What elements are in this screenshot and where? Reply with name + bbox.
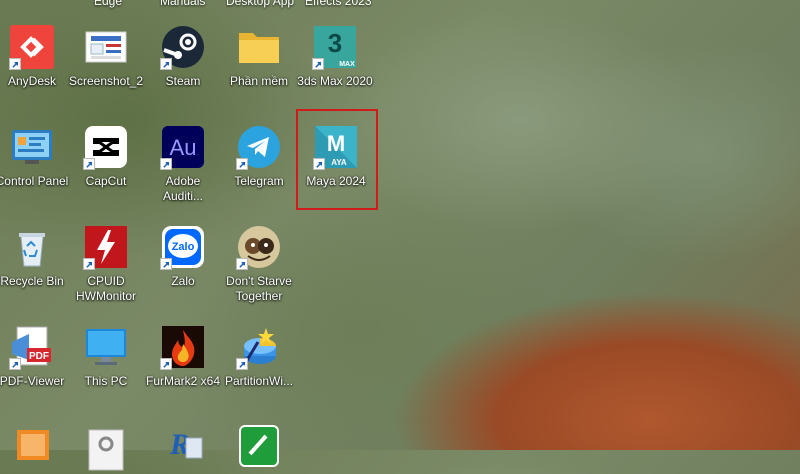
icon-label: 3ds Max 2020 [297, 74, 373, 88]
icon-label: Recycle Bin [0, 274, 64, 288]
zalo-icon: Zalo [160, 224, 206, 270]
red-highlight-box [296, 109, 378, 210]
furmark-icon [160, 324, 206, 370]
desktop-icon-partitionwizard[interactable]: PartitionWi... [221, 324, 297, 389]
top-label-desktop-app[interactable]: Desktop App [226, 0, 294, 8]
adobe-audition-icon: Au [160, 124, 206, 170]
desktop-icon-phan-mem[interactable]: Phần mềm [221, 24, 297, 89]
icon-label: Control Panel [0, 174, 69, 188]
pdf-viewer-icon: PDF [9, 324, 55, 370]
icon-label: Phần mềm [229, 74, 289, 88]
desktop-icon-dont-starve[interactable]: Don't Starve Together [221, 224, 297, 304]
desktop-icon-telegram[interactable]: Telegram [221, 124, 297, 189]
desktop-icon-zalo[interactable]: Zalo Zalo [145, 224, 221, 289]
desktop-icon-partial-4[interactable] [221, 424, 297, 470]
icon-label: Don't Starve Together [226, 274, 292, 303]
desktop-icon-partial-2[interactable] [68, 428, 144, 474]
desktop: Edge Manuals Desktop App Effects 2023 An… [0, 0, 800, 471]
control-panel-icon [9, 124, 55, 170]
recycle-bin-icon [9, 224, 55, 270]
icon-label: Steam [165, 74, 201, 88]
top-label-effects[interactable]: Effects 2023 [305, 0, 372, 8]
desktop-icon-partial-3[interactable]: R [145, 424, 221, 470]
desktop-icon-control-panel[interactable]: Control Panel [0, 124, 70, 189]
shortcut-arrow-icon [236, 258, 248, 270]
desktop-icon-steam[interactable]: Steam [145, 24, 221, 89]
top-label-edge[interactable]: Edge [94, 0, 122, 8]
folder-icon [236, 24, 282, 70]
capcut-icon [83, 124, 129, 170]
hwmonitor-icon [83, 224, 129, 270]
desktop-icon-capcut[interactable]: CapCut [68, 124, 144, 189]
desktop-icon-furmark[interactable]: FurMark2 x64 [145, 324, 221, 389]
computer-icon [83, 324, 129, 370]
shortcut-arrow-icon [312, 58, 324, 70]
icon-label: CapCut [85, 174, 127, 188]
shortcut-arrow-icon [9, 58, 21, 70]
max-sub-text: MAX [339, 61, 355, 68]
settings-file-icon [83, 428, 129, 474]
desktop-icon-screenshot-2[interactable]: Screenshot_2 [68, 24, 144, 89]
icon-label: Screenshot_2 [68, 74, 144, 88]
icon-label: PDF-Viewer [0, 374, 65, 388]
desktop-icon-pdf-viewer[interactable]: PDF PDF-Viewer [0, 324, 70, 389]
desktop-icon-this-pc[interactable]: This PC [68, 324, 144, 389]
icon-label: Zalo [171, 274, 195, 288]
desktop-icon-recycle-bin[interactable]: Recycle Bin [0, 224, 70, 289]
desktop-icon-3ds-max[interactable]: 3 MAX 3ds Max 2020 [297, 24, 373, 89]
icon-label: FurMark2 x64 [145, 374, 221, 388]
vm-icon [9, 426, 55, 472]
shortcut-arrow-icon [160, 58, 172, 70]
3ds-max-icon: 3 MAX [312, 24, 358, 70]
dont-starve-icon [236, 224, 282, 270]
partition-wizard-icon [236, 324, 282, 370]
notepad-icon [236, 424, 282, 470]
icon-label: PartitionWi... [224, 374, 293, 388]
desktop-icon-cpuid-hwmonitor[interactable]: CPUID HWMonitor [68, 224, 144, 304]
shortcut-arrow-icon [236, 158, 248, 170]
shortcut-arrow-icon [83, 258, 95, 270]
shortcut-arrow-icon [83, 158, 95, 170]
top-label-manuals[interactable]: Manuals [160, 0, 205, 8]
shortcut-arrow-icon [160, 158, 172, 170]
icon-label: This PC [84, 374, 128, 388]
revo-icon: R [160, 424, 206, 470]
desktop-icon-adobe-audition[interactable]: Au Adobe Auditi... [145, 124, 221, 204]
icon-label: Adobe Auditi... [162, 174, 204, 203]
shortcut-arrow-icon [160, 258, 172, 270]
pdf-text: PDF [29, 351, 49, 362]
icon-label: AnyDesk [7, 74, 57, 88]
desktop-icon-anydesk[interactable]: AnyDesk [0, 24, 70, 89]
audition-text: Au [170, 135, 197, 160]
anydesk-icon [9, 24, 55, 70]
shortcut-arrow-icon [160, 358, 172, 370]
icon-label: CPUID HWMonitor [75, 274, 136, 303]
shortcut-arrow-icon [9, 358, 21, 370]
steam-icon [160, 24, 206, 70]
zalo-text: Zalo [172, 241, 195, 253]
telegram-icon [236, 124, 282, 170]
shortcut-arrow-icon [236, 358, 248, 370]
image-file-icon [83, 24, 129, 70]
icon-label: Telegram [234, 174, 284, 188]
desktop-icon-partial-1[interactable] [0, 426, 70, 472]
max-number-text: 3 [328, 28, 342, 58]
